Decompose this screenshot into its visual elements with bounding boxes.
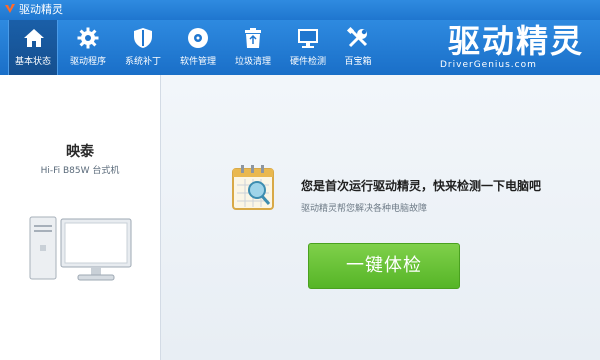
tab-basic-status[interactable]: 基本状态 xyxy=(8,20,58,75)
tab-label: 软件管理 xyxy=(179,57,216,67)
tools-icon xyxy=(346,26,368,48)
tab-software-management[interactable]: 软件管理 xyxy=(173,20,223,75)
tab-label: 硬件检测 xyxy=(289,57,326,67)
main-content: 您是首次运行驱动精灵，快来检测一下电脑吧 驱动精灵帮您解决各种电脑故障 一键体检 xyxy=(161,75,600,360)
gear-icon xyxy=(77,27,99,49)
tab-toolbox[interactable]: 百宝箱 xyxy=(333,20,383,75)
device-model: Hi-Fi B85W 台式机 xyxy=(40,166,120,176)
brand-logo: 驱动精灵 DriverGenius.com xyxy=(440,22,590,72)
tab-label: 垃圾清理 xyxy=(234,57,271,67)
device-brand: 映泰 xyxy=(66,144,94,160)
tab-label: 基本状态 xyxy=(14,57,51,67)
headline: 您是首次运行驱动精灵，快来检测一下电脑吧 xyxy=(301,179,542,193)
calendar-check-icon xyxy=(232,165,274,210)
tab-label: 百宝箱 xyxy=(344,57,372,67)
tab-drivers[interactable]: 驱动程序 xyxy=(63,20,113,75)
home-icon xyxy=(24,29,44,47)
tab-system-patches[interactable]: 系统补丁 xyxy=(118,20,168,75)
tab-label: 系统补丁 xyxy=(124,57,161,67)
desktop-computer-icon xyxy=(29,216,132,281)
device-panel: 映泰 Hi-Fi B85W 台式机 xyxy=(0,75,161,360)
subtext: 驱动精灵帮您解决各种电脑故障 xyxy=(301,204,428,214)
one-click-checkup-button[interactable]: 一键体检 xyxy=(308,243,460,289)
tab-hardware-detection[interactable]: 硬件检测 xyxy=(283,20,333,75)
trash-icon xyxy=(245,28,261,48)
tab-label: 驱动程序 xyxy=(69,57,106,67)
disc-icon xyxy=(188,28,208,48)
shield-icon xyxy=(134,28,152,48)
app-logo-icon xyxy=(5,4,15,13)
app-title: 驱动精灵 xyxy=(19,3,63,16)
brand-logo-text: 驱动精灵 xyxy=(448,22,585,60)
brand-domain: DriverGenius.com xyxy=(440,60,537,70)
tab-junk-cleanup[interactable]: 垃圾清理 xyxy=(228,20,278,75)
title-bar: 驱动精灵 xyxy=(0,0,600,20)
monitor-icon xyxy=(298,29,318,48)
